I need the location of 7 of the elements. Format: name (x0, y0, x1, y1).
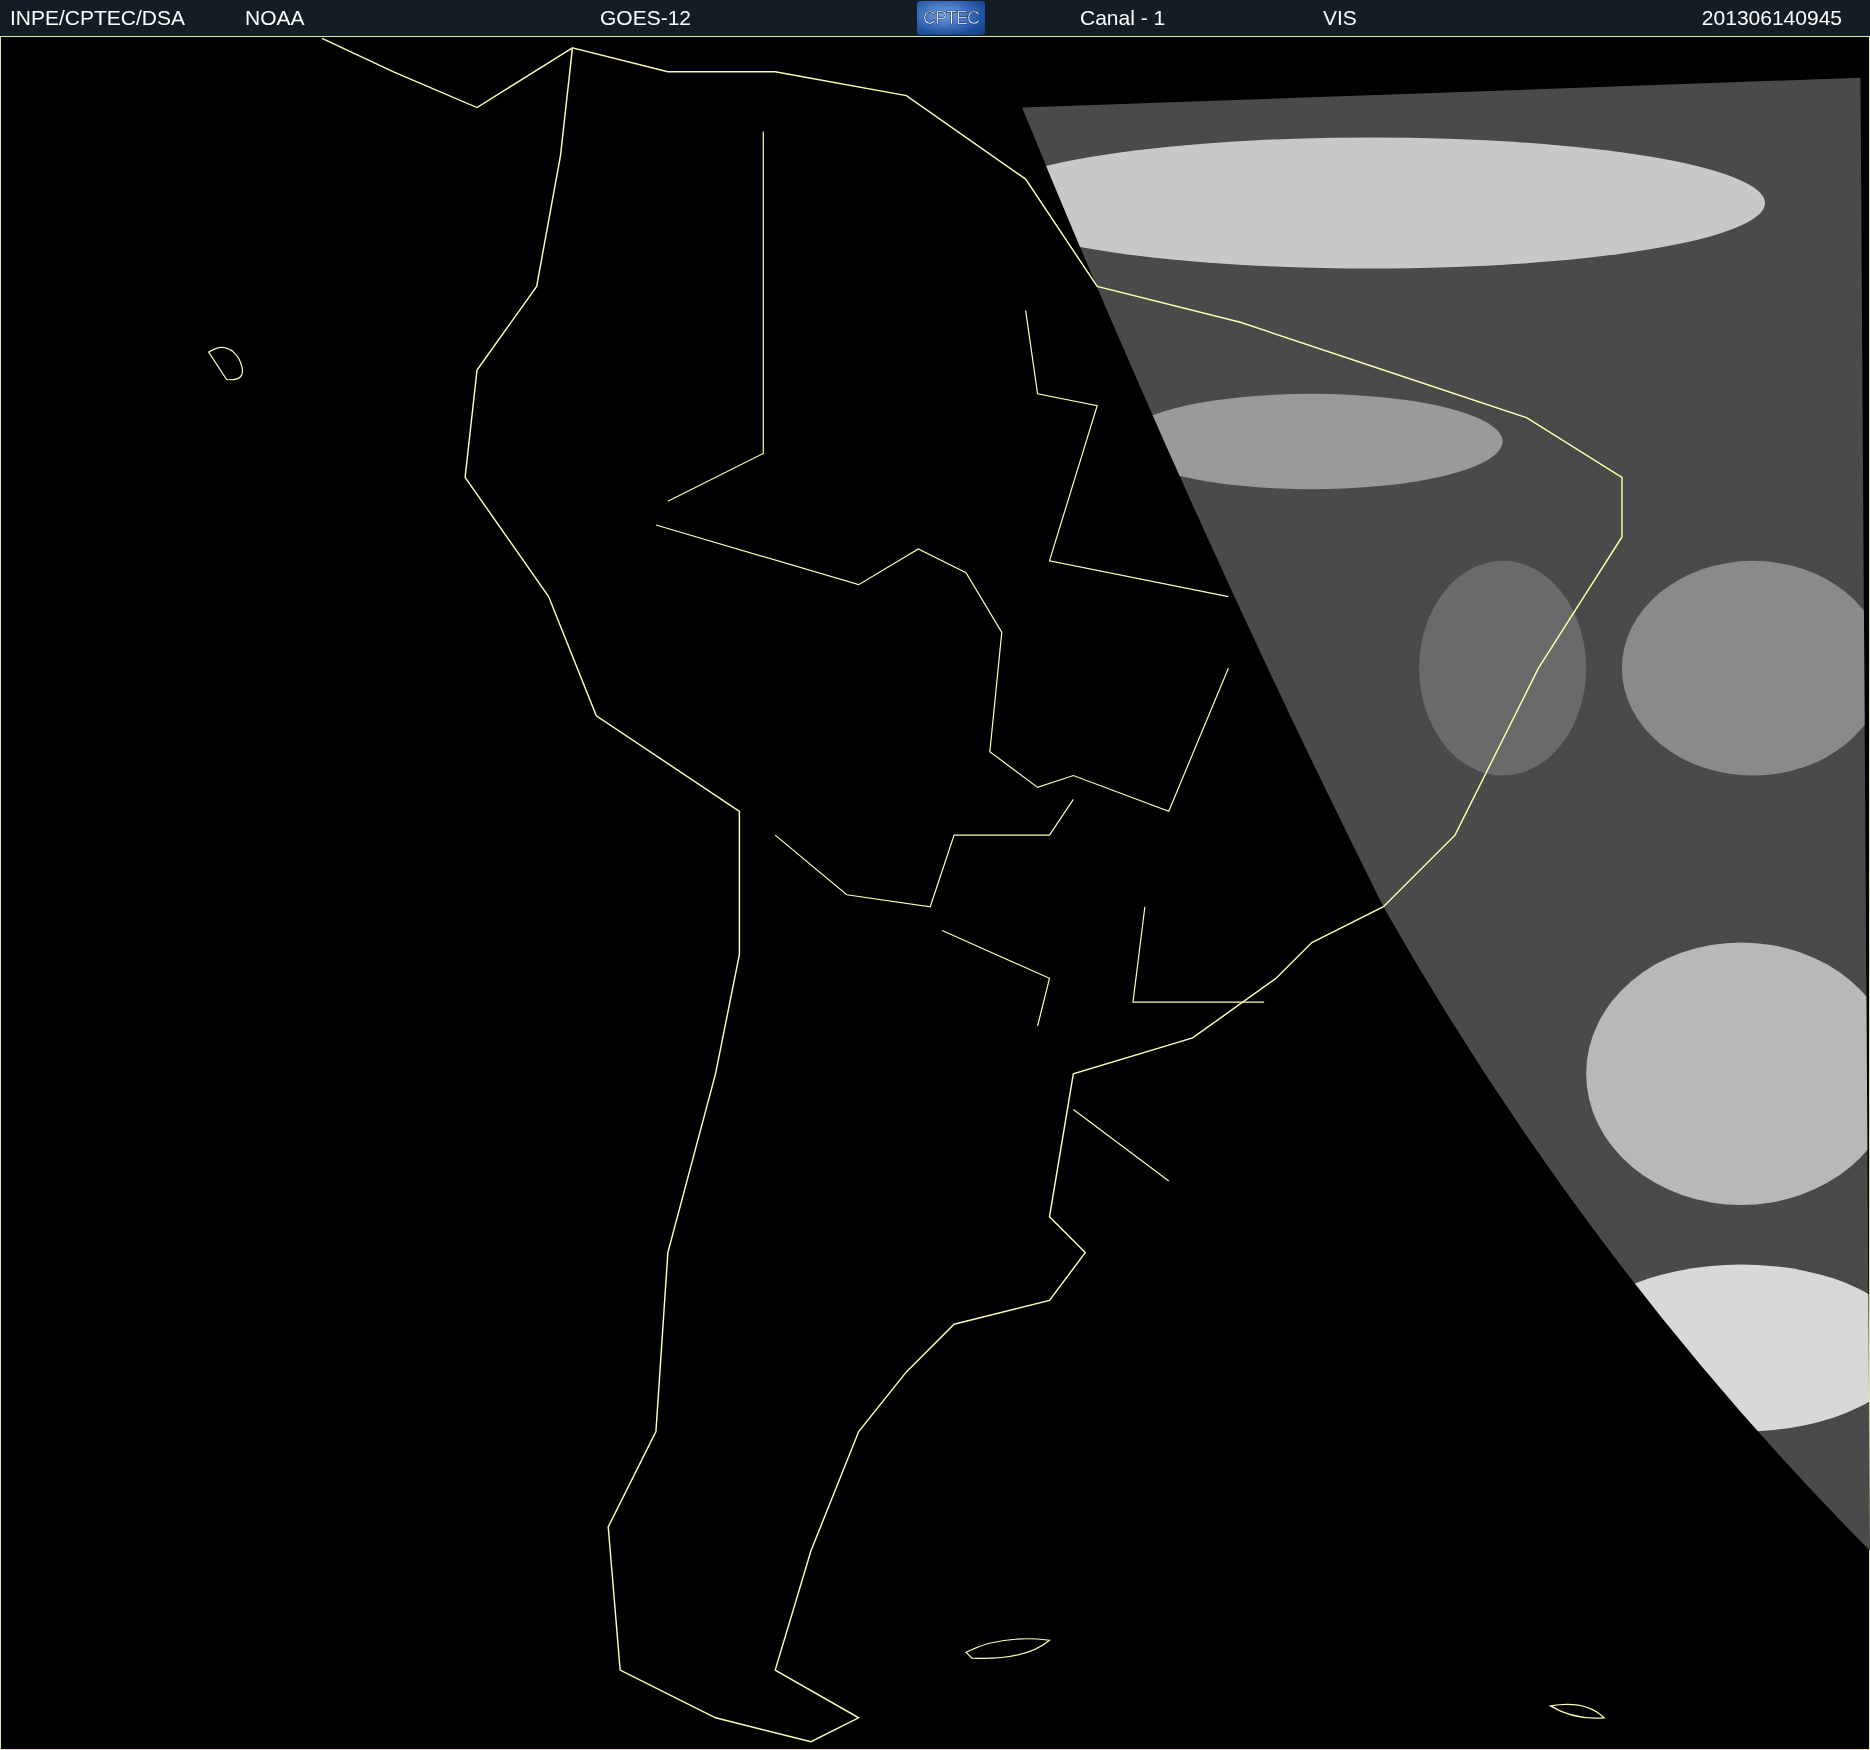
header-label: Canal - 1 (1080, 6, 1167, 30)
logo: CPTEC (917, 1, 985, 35)
header-label: VIS (1323, 6, 1358, 30)
header-label: INPE/CPTEC/DSA (10, 6, 187, 30)
header-label: NOAA (245, 6, 306, 30)
header-label: GOES-12 (600, 6, 693, 30)
header-label: 201306140945 (1701, 6, 1842, 30)
